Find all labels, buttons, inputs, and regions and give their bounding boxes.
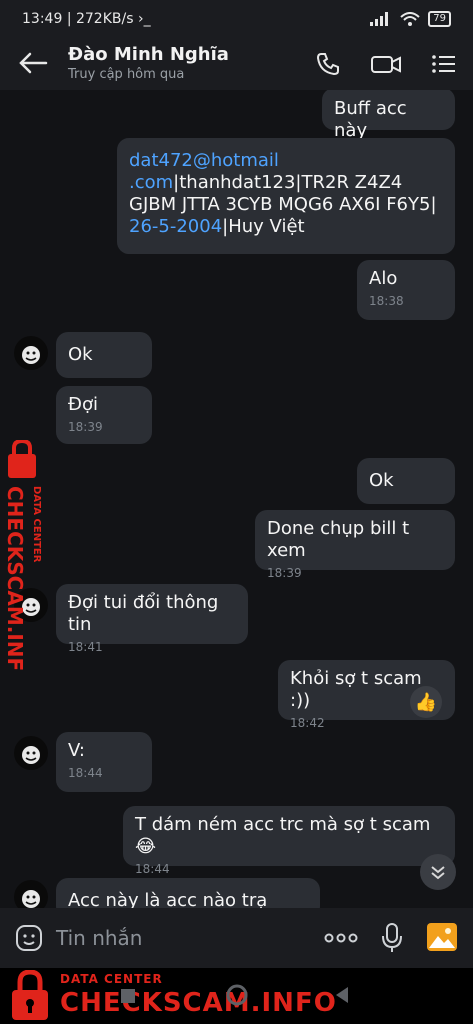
battery-icon: 79 [428, 11, 451, 27]
chat-area[interactable]: Buff acc này dat472@hotmail .com|thanhda… [0, 90, 473, 908]
message-text: |Huy Việt [222, 216, 305, 237]
terminal-icon: ›_ [137, 11, 151, 27]
contact-name: Đào Minh Nghĩa [68, 44, 229, 65]
message-bubble-in[interactable]: V: 18:44 [56, 732, 152, 792]
recent-apps-icon[interactable] [120, 988, 136, 1004]
message-bubble-in[interactable]: Đợi 18:39 [56, 386, 152, 444]
message-time: 18:39 [68, 420, 103, 434]
last-seen: Truy cập hôm qua [68, 67, 185, 82]
menu-list-icon[interactable] [430, 50, 458, 78]
message-text: Buff acc này [334, 98, 407, 141]
message-bubble-out[interactable]: Done chụp bill t xem 18:39 [255, 510, 455, 580]
avatar-face-icon [22, 746, 40, 764]
status-bar: 13:49 | 272KB/s ›_ 79 [0, 0, 473, 38]
watermark-lock-logo [12, 970, 48, 1020]
message-text: Ok [68, 344, 93, 365]
wifi-icon [400, 12, 420, 26]
watermark-label: DATA CENTER [60, 972, 163, 986]
message-text: Đợi [68, 394, 98, 415]
message-bubble-in[interactable]: Đợi tui đổi thông tin 18:41 [56, 584, 248, 654]
avatar-face-icon [22, 346, 40, 364]
message-text: Ok [369, 470, 394, 491]
signal-icon [370, 12, 389, 26]
message-time: 18:44 [135, 862, 170, 876]
message-time: 18:41 [68, 640, 103, 654]
message-composer: Tin nhắn [0, 908, 473, 968]
avatar-face-icon [22, 890, 40, 908]
video-call-icon[interactable] [370, 50, 402, 78]
home-icon[interactable] [226, 984, 248, 1006]
message-bubble-in[interactable]: Ok [56, 332, 152, 378]
message-text: V: [68, 740, 85, 761]
chat-header: Đào Minh Nghĩa Truy cập hôm qua [0, 38, 473, 90]
network-speed: 272KB/s [75, 11, 134, 27]
message-bubble-out[interactable]: Alo 18:38 [357, 260, 455, 320]
watermark-title: CHECKSCAM.INFO [60, 988, 337, 1018]
side-watermark: CHECKSCAM.INFO DATA CENTER [3, 438, 48, 688]
message-time: 18:44 [68, 766, 103, 780]
message-text: T dám ném acc trc mà sợ t scam😂 [135, 814, 431, 857]
scroll-to-bottom-button[interactable] [420, 854, 456, 890]
double-chevron-down-icon [431, 866, 445, 880]
email-link-cont[interactable]: .com [129, 172, 173, 193]
more-options-icon[interactable] [324, 932, 358, 944]
message-bubble-out[interactable]: dat472@hotmail .com|thanhdat123|TR2R Z4Z… [117, 138, 455, 254]
contact-avatar[interactable] [14, 880, 48, 908]
message-text: Khỏi sợ t scam :)) [290, 668, 422, 711]
message-bubble-in[interactable]: Acc này là acc nào trạ video [56, 878, 320, 908]
sticker-face-icon[interactable] [14, 923, 44, 953]
message-input[interactable]: Tin nhắn [56, 926, 142, 950]
message-bubble-out[interactable]: T dám ném acc trc mà sợ t scam😂 18:44 [123, 806, 455, 876]
status-right: 79 [370, 11, 451, 27]
microphone-icon[interactable] [380, 922, 404, 954]
date-link[interactable]: 26-5-2004 [129, 216, 222, 237]
message-bubble-out[interactable]: Ok [357, 458, 455, 504]
watermark-label: DATA CENTER [31, 486, 42, 563]
message-text: Alo [369, 268, 398, 289]
contact-avatar[interactable] [14, 736, 48, 770]
message-text: Đợi tui đổi thông tin [68, 592, 219, 635]
image-gallery-icon[interactable] [426, 922, 458, 952]
watermark-lock-logo: CHECKSCAM.INFO DATA CENTER [3, 438, 42, 688]
message-bubble-out[interactable]: Buff acc này [322, 90, 455, 141]
contact-info[interactable]: Đào Minh Nghĩa Truy cập hôm qua [68, 44, 229, 82]
back-nav-icon[interactable] [334, 986, 350, 1004]
message-time: 18:42 [290, 716, 325, 730]
thumbs-up-reaction-icon[interactable]: 👍 [410, 686, 442, 718]
phone-call-icon[interactable] [314, 50, 342, 78]
message-text: |thanhdat123|TR2R Z4Z4 [173, 172, 403, 193]
status-time: 13:49 [22, 11, 63, 27]
contact-avatar[interactable] [14, 336, 48, 370]
message-text: Acc này là acc nào trạ video [68, 890, 268, 908]
back-arrow-icon[interactable] [18, 50, 48, 76]
message-time: 18:39 [267, 566, 302, 580]
system-nav-bar: DATA CENTER CHECKSCAM.INFO [0, 968, 473, 1024]
watermark-title: CHECKSCAM.INFO [4, 486, 27, 670]
message-time: 18:38 [369, 294, 404, 308]
email-link[interactable]: dat472@hotmail [129, 150, 279, 171]
message-text: GJBM JTTA 3CYB MQG6 AX6I F6Y5| [129, 194, 437, 215]
status-left: 13:49 | 272KB/s ›_ [22, 11, 151, 27]
message-text: Done chụp bill t xem [267, 518, 410, 561]
